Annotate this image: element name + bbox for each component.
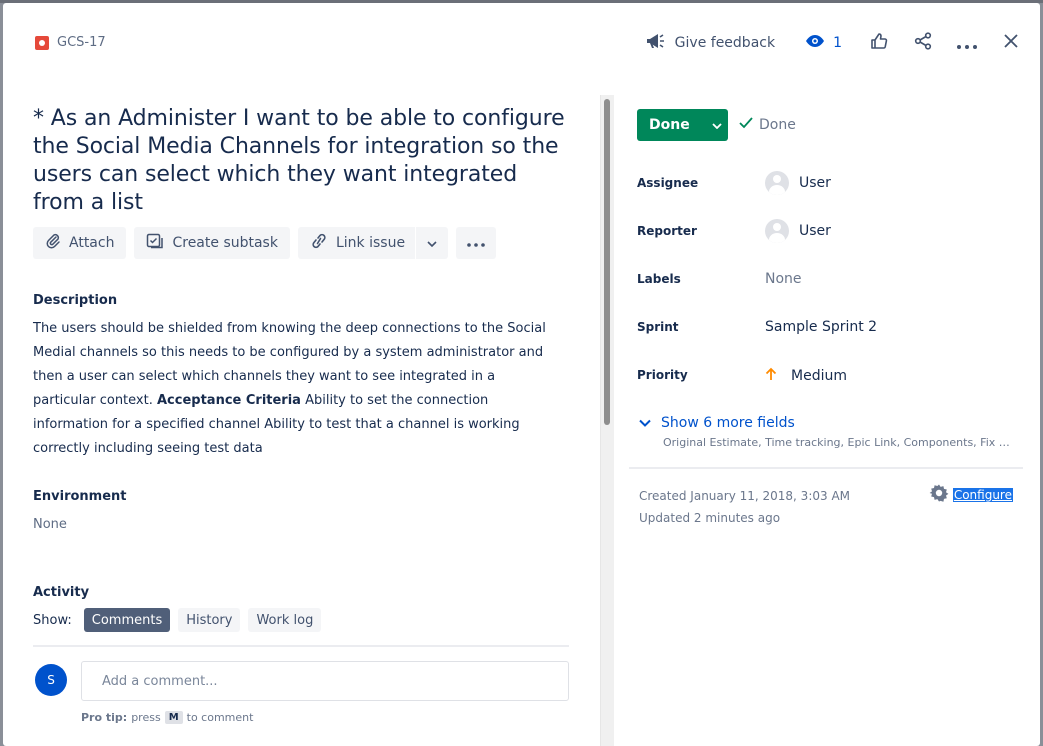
configure-label: Configure — [952, 487, 1013, 502]
activity-heading: Activity — [33, 585, 90, 600]
like-button[interactable] — [868, 32, 890, 54]
environment-value[interactable]: None — [33, 517, 67, 532]
paperclip-icon — [45, 233, 61, 253]
show-label: Show: — [33, 612, 72, 628]
pro-tip-press: press — [131, 711, 161, 724]
created-date: Created January 11, 2018, 3:03 AM — [639, 489, 851, 503]
share-icon — [914, 32, 932, 54]
assignee-label: Assignee — [637, 176, 699, 190]
issue-dates: Created January 11, 2018, 3:03 AM Update… — [639, 485, 850, 529]
issue-toolbar: Attach Create subtask Link issue — [33, 227, 497, 259]
link-issue-dropdown[interactable] — [416, 227, 448, 259]
scrollbar-thumb[interactable] — [604, 99, 610, 425]
priority-field[interactable]: Medium — [765, 367, 847, 385]
ellipsis-icon — [957, 34, 977, 53]
priority-label: Priority — [637, 368, 688, 382]
environment-heading: Environment — [33, 489, 127, 504]
labels-value: None — [765, 271, 802, 287]
reporter-value: User — [799, 223, 831, 239]
show-more-fields-header[interactable]: Show 6 more fields — [639, 415, 1013, 431]
issue-key-text: GCS-17 — [57, 35, 106, 50]
header-actions: Give feedback 1 — [645, 31, 1022, 55]
updated-date: Updated 2 minutes ago — [639, 511, 781, 525]
description-heading: Description — [33, 293, 118, 308]
user-avatar-icon — [765, 171, 789, 195]
pro-tip: Pro tip: press M to comment — [81, 711, 253, 724]
tab-comments[interactable]: Comments — [83, 608, 171, 632]
issue-summary[interactable]: * As an Administer I want to be able to … — [33, 105, 573, 217]
bug-icon — [35, 35, 49, 50]
avatar: S — [35, 664, 67, 696]
give-feedback-label: Give feedback — [674, 35, 776, 51]
configure-button[interactable]: Configure — [929, 483, 1013, 506]
show-more-fields-label: Show 6 more fields — [661, 415, 795, 431]
sprint-value: Sample Sprint 2 — [765, 319, 878, 335]
link-icon — [310, 233, 328, 253]
pro-tip-suffix: to comment — [186, 711, 254, 724]
create-subtask-button[interactable]: Create subtask — [134, 227, 290, 259]
more-actions-button[interactable] — [956, 32, 978, 54]
user-avatar-icon — [765, 219, 789, 243]
attach-label: Attach — [69, 235, 115, 251]
resolution-label: Done — [759, 117, 796, 133]
checkmark-icon — [739, 117, 753, 133]
issue-modal: GCS-17 Give feedback 1 * As an Administe… — [3, 3, 1040, 746]
assignee-value: User — [799, 175, 831, 191]
chevron-down-icon — [427, 235, 437, 251]
watch-button[interactable]: 1 — [805, 34, 842, 52]
scrollbar[interactable] — [600, 95, 614, 746]
link-issue-group: Link issue — [297, 227, 449, 259]
resolution-status: Done — [739, 117, 796, 133]
thumbs-up-icon — [870, 32, 888, 54]
priority-value: Medium — [791, 368, 847, 384]
create-subtask-label: Create subtask — [172, 235, 278, 251]
pro-tip-prefix: Pro tip: — [81, 711, 128, 724]
toolbar-more-button[interactable] — [456, 227, 497, 259]
description-content[interactable]: The users should be shielded from knowin… — [33, 317, 558, 461]
status-label: Done — [649, 117, 690, 133]
link-issue-button[interactable]: Link issue — [298, 227, 417, 259]
show-more-fields[interactable]: Show 6 more fields Original Estimate, Ti… — [639, 415, 1013, 449]
close-button[interactable] — [1000, 32, 1022, 54]
gear-icon — [929, 483, 949, 506]
issue-key-link[interactable]: GCS-17 — [35, 35, 106, 50]
hidden-fields-list: Original Estimate, Time tracking, Epic L… — [663, 436, 1013, 449]
sprint-field[interactable]: Sample Sprint 2 — [765, 319, 877, 335]
comment-input[interactable]: Add a comment... — [81, 661, 569, 701]
assignee-field[interactable]: User — [765, 171, 831, 195]
reporter-field[interactable]: User — [765, 219, 831, 243]
tab-work-log[interactable]: Work log — [248, 608, 322, 632]
keyboard-shortcut-key: M — [164, 711, 183, 724]
megaphone-icon — [645, 32, 665, 54]
description-bold-text: Acceptance Criteria — [156, 393, 301, 408]
arrow-up-icon — [765, 367, 777, 385]
reporter-label: Reporter — [637, 224, 697, 238]
watch-count: 1 — [833, 35, 842, 51]
activity-filter: Show: Comments History Work log — [33, 608, 322, 632]
share-button[interactable] — [912, 32, 934, 54]
sprint-label: Sprint — [637, 320, 679, 334]
details-divider — [629, 467, 1023, 469]
chevron-down-icon — [712, 117, 722, 133]
give-feedback-button[interactable]: Give feedback — [645, 32, 775, 54]
link-issue-label: Link issue — [335, 235, 406, 251]
eye-icon — [805, 34, 825, 52]
status-button[interactable]: Done — [637, 109, 728, 141]
labels-field[interactable]: None — [765, 271, 802, 287]
ellipsis-icon — [467, 235, 485, 251]
tab-history[interactable]: History — [178, 608, 241, 632]
subtask-icon — [146, 233, 164, 253]
labels-label: Labels — [637, 272, 681, 286]
chevron-down-icon — [639, 415, 651, 431]
attach-button[interactable]: Attach — [33, 227, 127, 259]
activity-divider — [33, 645, 569, 647]
close-icon — [1003, 33, 1019, 53]
